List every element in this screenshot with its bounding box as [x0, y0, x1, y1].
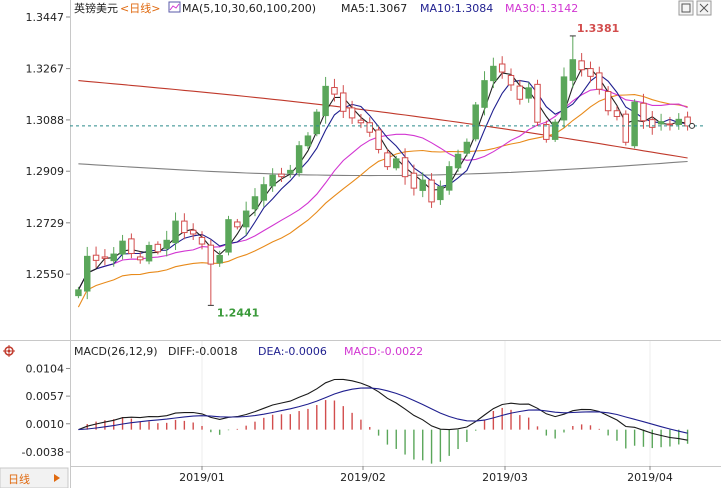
diff-value: DIFF:-0.0018	[168, 345, 238, 358]
candle	[534, 79, 541, 127]
date-tick-label: 2019/04	[627, 471, 673, 484]
low-label: 1.2441	[217, 306, 259, 319]
period-label: <日线>	[120, 1, 160, 15]
macd-tick: 0.0010	[26, 418, 70, 431]
instrument-name: 英镑美元	[74, 1, 118, 15]
price-tick: 1.3447	[26, 11, 70, 24]
price-tick: 1.2729	[26, 217, 70, 230]
date-tick-label: 2019/03	[482, 471, 528, 484]
candle	[145, 241, 153, 265]
last-price-marker	[689, 122, 695, 129]
price-tick-label: 1.2729	[26, 217, 65, 230]
ma5-value: MA5:1.3067	[341, 2, 407, 15]
macd-tick-label: 0.0104	[26, 362, 65, 375]
candle	[313, 109, 321, 137]
price-tick: 1.3088	[26, 114, 70, 127]
macd-value: MACD:-0.0022	[344, 345, 423, 358]
price-tick-label: 1.2909	[26, 165, 65, 178]
macd-tick-label: 0.0057	[26, 390, 65, 403]
price-tick-label: 1.3267	[26, 63, 65, 76]
price-tick-label: 1.3447	[26, 11, 65, 24]
candle	[631, 99, 638, 149]
macd-tick-label: 0.0010	[26, 418, 65, 431]
chart-background	[0, 0, 721, 488]
price-tick: 1.2909	[26, 165, 70, 178]
ma30-value: MA30:1.3142	[505, 2, 578, 15]
price-tick-label: 1.2550	[26, 268, 65, 281]
price-tick: 1.2550	[26, 268, 70, 281]
candle	[375, 125, 382, 154]
candle	[622, 110, 630, 146]
candle	[225, 215, 232, 256]
candle	[551, 119, 559, 142]
price-tick: 1.3267	[26, 63, 70, 76]
macd-tick: -0.0038	[22, 446, 70, 459]
ma-title: MA(5,10,30,60,100,200)	[182, 2, 316, 15]
high-annotation: 1.3381	[569, 22, 619, 37]
candle	[445, 161, 453, 195]
price-tick-label: 1.3088	[26, 114, 65, 127]
macd-tick: 0.0104	[26, 362, 70, 375]
forex-chart: 1.3447 1.3267 1.3088 1.2909 1.2729 1.2550 0.0…	[0, 0, 721, 488]
ma10-value: MA10:1.3084	[420, 2, 493, 15]
date-tick-label: 2019/02	[340, 471, 386, 484]
window-button[interactable]	[678, 0, 694, 16]
candle	[295, 141, 303, 177]
date-tick-label: 2019/01	[179, 471, 225, 484]
high-label: 1.3381	[577, 22, 619, 35]
dea-value: DEA:-0.0006	[258, 345, 327, 358]
macd-tick-label: -0.0038	[22, 446, 64, 459]
macd-title: MACD(26,12,9)	[74, 345, 158, 358]
period-tab-label: 日线	[8, 472, 30, 486]
candle	[472, 101, 479, 142]
candle	[560, 67, 568, 128]
period-tab[interactable]: 日线	[0, 467, 69, 488]
macd-tick: 0.0057	[26, 390, 70, 403]
close-button[interactable]	[696, 0, 712, 16]
